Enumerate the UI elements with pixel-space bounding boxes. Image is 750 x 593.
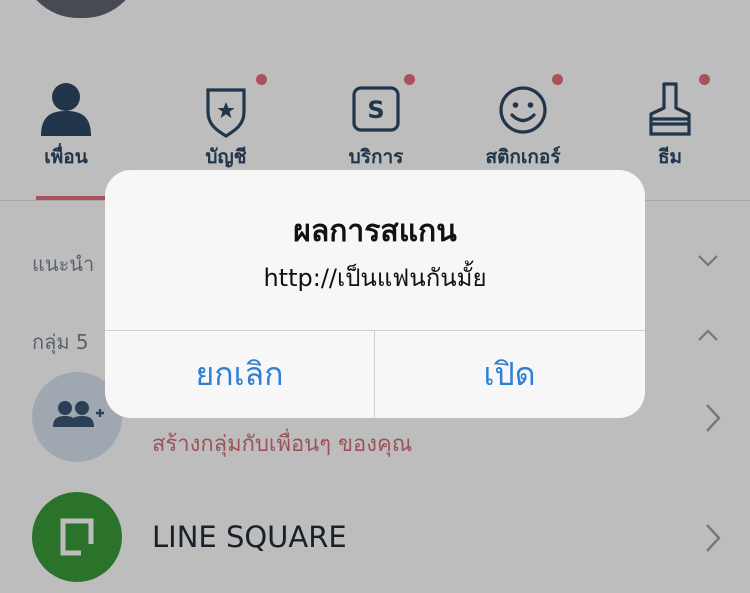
dialog-message-url[interactable]: http://เป็นแฟนกันมั้ย <box>105 258 645 297</box>
scan-result-dialog: ผลการสแกน http://เป็นแฟนกันมั้ย ยกเลิก เ… <box>105 170 645 418</box>
open-button[interactable]: เปิด <box>375 331 644 418</box>
cancel-button[interactable]: ยกเลิก <box>105 331 374 418</box>
dialog-title: ผลการสแกน <box>293 214 457 249</box>
